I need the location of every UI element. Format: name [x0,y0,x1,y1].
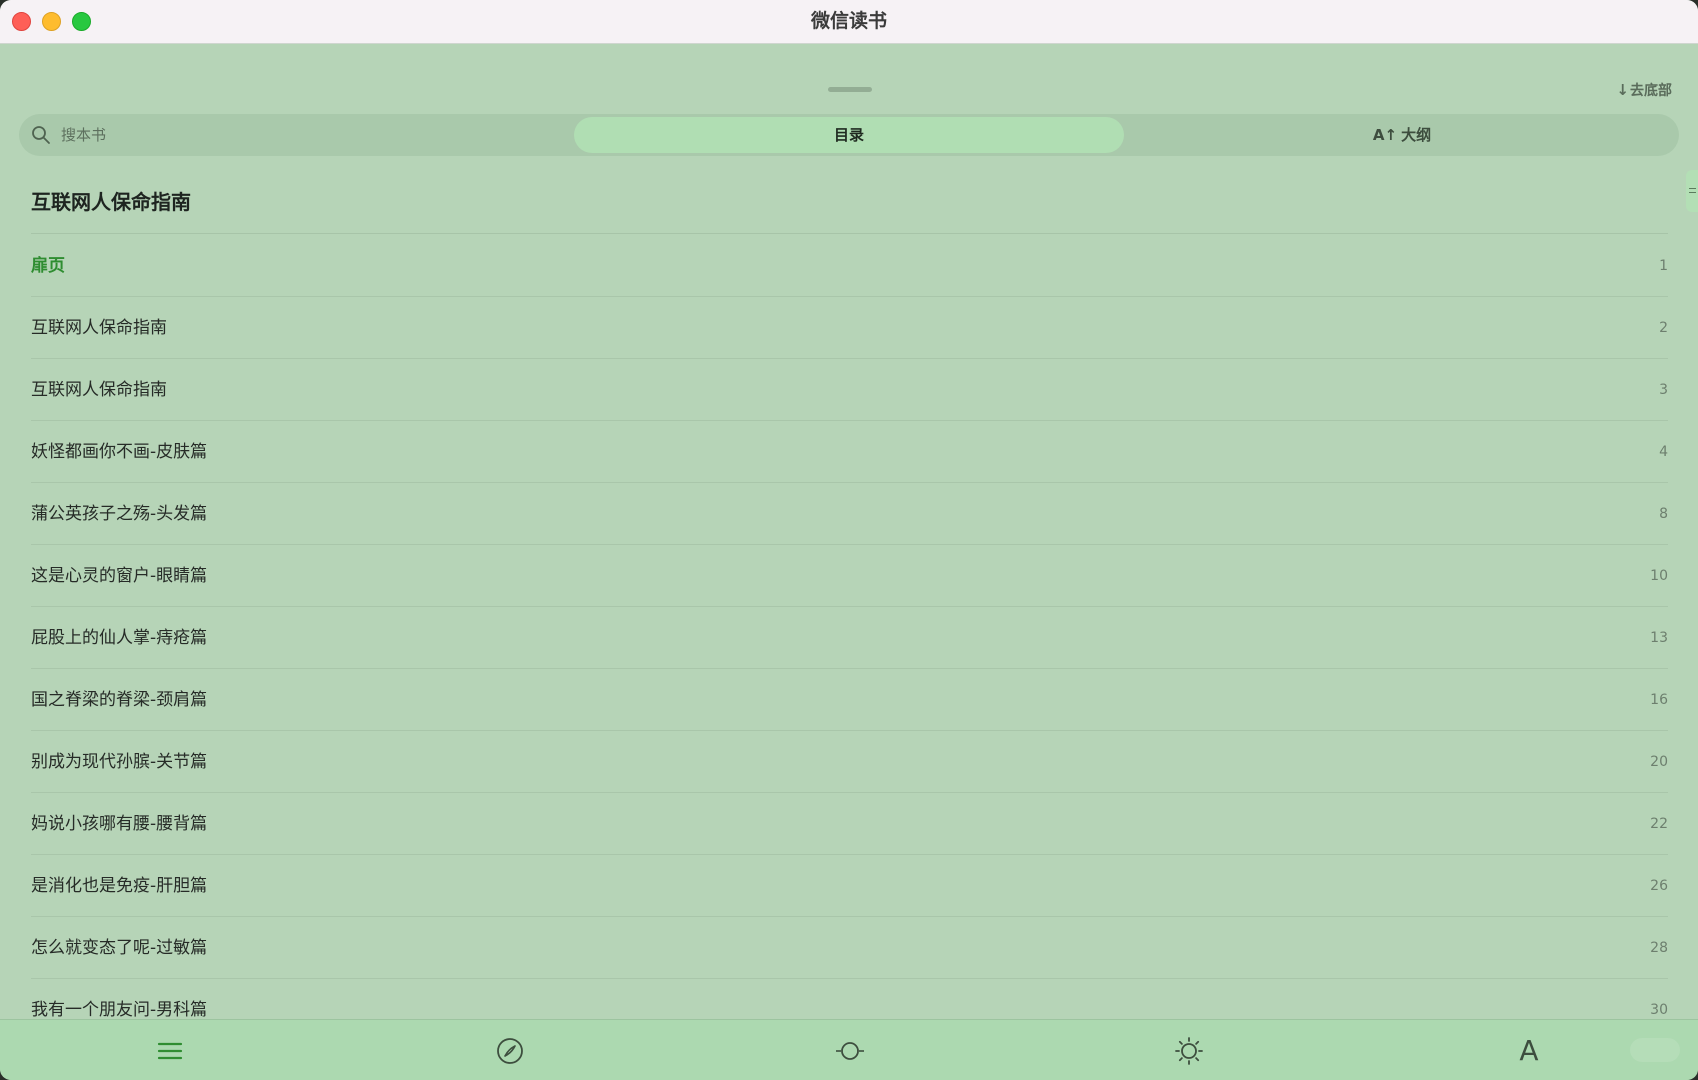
toc-item-page: 16 [1650,692,1668,708]
toc-item-title: 妖怪都画你不画-皮肤篇 [31,442,208,462]
toc-item-title: 蒲公英孩子之殇-头发篇 [31,504,208,524]
goto-bottom-label: 去底部 [1630,83,1672,99]
toc-item-page: 10 [1650,568,1668,584]
window-title: 微信读书 [810,10,887,32]
progress-slider-icon [836,1042,864,1060]
toc-item-page: 13 [1650,630,1668,646]
title-bar: 微信读书 [0,0,1698,44]
toc-item[interactable]: 是消化也是免疫-肝胆篇 26 [31,855,1668,917]
sun-icon [1175,1037,1203,1065]
progress-button[interactable] [830,1033,870,1069]
search-placeholder: 搜本书 [61,126,107,144]
toc-item-title: 互联网人保命指南 [31,318,167,338]
toc-item-title: 别成为现代孙膑-关节篇 [31,752,208,772]
panel-segment-bar: 搜本书 目录 A↑ 大纲 [19,114,1679,156]
grip-line [1689,188,1696,189]
toc-item-page: 4 [1659,444,1668,460]
font-icon: A [1519,1034,1539,1067]
brightness-button[interactable] [1169,1033,1209,1069]
toc-item-title: 这是心灵的窗户-眼睛篇 [31,566,208,586]
toc-item[interactable]: 这是心灵的窗户-眼睛篇 10 [31,545,1668,607]
toc-item[interactable]: 别成为现代孙膑-关节篇 20 [31,731,1668,793]
toc-button[interactable] [150,1033,190,1069]
toc-item-title: 扉页 [31,256,65,276]
bottom-toolbar: A [0,1019,1698,1080]
toc-item-page: 2 [1659,320,1668,336]
arrow-down-icon: ↓ [1616,81,1629,99]
scroll-indicator[interactable] [1686,170,1698,212]
search-book-field[interactable]: 搜本书 [19,117,571,153]
toc-item-page: 28 [1650,940,1668,956]
toc-item[interactable]: 互联网人保命指南 2 [31,297,1668,359]
toc-item-title: 怎么就变态了呢-过敏篇 [31,938,208,958]
tab-outline-label: 大纲 [1401,126,1432,144]
toc-item-title: 屁股上的仙人掌-痔疮篇 [31,628,208,648]
toc-item-page: 3 [1659,382,1668,398]
ai-outline-icon: A↑ [1372,126,1398,144]
toc-item-page: 8 [1659,506,1668,522]
divider [31,233,1668,234]
toc-item[interactable]: 国之脊梁的脊梁-颈肩篇 16 [31,669,1668,731]
tab-toc[interactable]: 目录 [574,117,1124,153]
toc-item[interactable]: 蒲公英孩子之殇-头发篇 8 [31,483,1668,545]
toc-item[interactable]: 妖怪都画你不画-皮肤篇 4 [31,421,1668,483]
toc-item-title: 是消化也是免疫-肝胆篇 [31,876,208,896]
toc-item[interactable]: 屁股上的仙人掌-痔疮篇 13 [31,607,1668,669]
grip-line [1689,192,1696,193]
toc-item-title: 妈说小孩哪有腰-腰背篇 [31,814,208,834]
reader-window: 微信读书 ↓去底部 搜本书 目录 A↑ 大纲 互联网人保命指南 扉页 1 互联网… [0,0,1698,1080]
toc-item-page: 1 [1659,258,1668,274]
tab-outline[interactable]: A↑ 大纲 [1127,117,1677,153]
compass-icon [497,1038,523,1064]
toc-item[interactable]: 妈说小孩哪有腰-腰背篇 22 [31,793,1668,855]
toc-item[interactable]: 怎么就变态了呢-过敏篇 28 [31,917,1668,979]
discover-button[interactable] [490,1033,530,1069]
panel-drag-handle[interactable] [828,87,872,92]
toc-item-page: 22 [1650,816,1668,832]
toc-item[interactable]: 互联网人保命指南 3 [31,359,1668,421]
toc-item-title: 互联网人保命指南 [31,380,167,400]
search-icon [32,126,50,144]
list-icon [157,1042,183,1060]
toc-item-page: 26 [1650,878,1668,894]
font-button[interactable]: A [1509,1033,1549,1069]
tab-toc-label: 目录 [833,126,864,144]
toc-item-page: 20 [1650,754,1668,770]
book-title: 互联网人保命指南 [31,190,191,214]
toc-item-title: 国之脊梁的脊梁-颈肩篇 [31,690,208,710]
floating-badge [1630,1038,1680,1062]
toc-item[interactable]: 扉页 1 [31,235,1668,297]
goto-bottom-button[interactable]: ↓去底部 [1616,80,1672,100]
